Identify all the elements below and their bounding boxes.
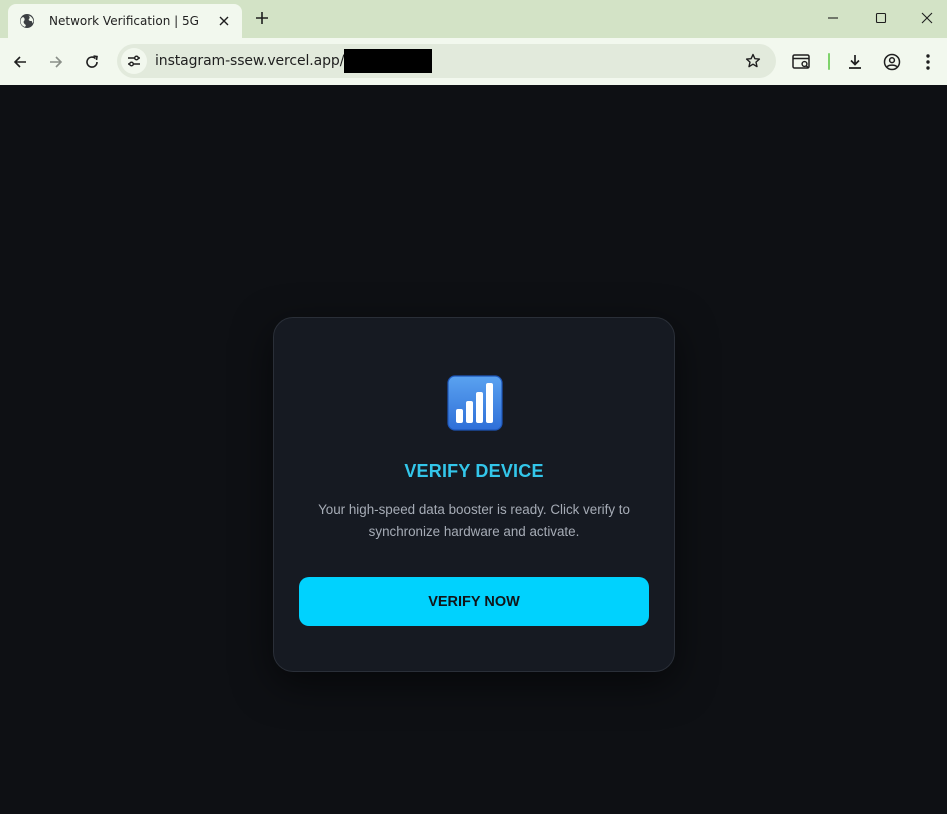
close-tab-icon[interactable] <box>216 13 232 29</box>
card-description: Your high-speed data booster is ready. C… <box>318 502 630 539</box>
search-window-icon <box>792 54 810 69</box>
menu-button[interactable] <box>916 50 940 74</box>
url-text[interactable]: instagram-ssew.vercel.app/?id= <box>155 53 376 69</box>
reload-button[interactable] <box>80 50 104 74</box>
profile-button[interactable] <box>880 50 904 74</box>
browser-tab[interactable]: Network Verification | 5G <box>8 4 242 38</box>
account-icon <box>883 53 901 71</box>
kebab-menu-icon <box>926 54 930 70</box>
arrow-right-icon <box>50 56 63 68</box>
tune-icon <box>128 55 140 67</box>
page-viewport: VERIFY DEVICE Your high-speed data boost… <box>0 85 947 814</box>
tab-title: Network Verification | 5G <box>49 14 199 28</box>
forward-button[interactable] <box>44 50 68 74</box>
verify-now-button[interactable]: VERIFY NOW <box>299 577 649 626</box>
site-info-button[interactable] <box>121 48 147 74</box>
globe-icon <box>19 13 35 29</box>
plus-icon <box>256 12 268 24</box>
close-window-button[interactable] <box>914 6 940 30</box>
download-icon <box>849 55 861 69</box>
bookmark-star-icon[interactable] <box>744 52 762 70</box>
minimize-button[interactable] <box>820 6 846 30</box>
card-title: VERIFY DEVICE <box>404 461 544 481</box>
signal-bars-icon <box>447 375 503 431</box>
minimize-icon <box>828 17 838 19</box>
toolbar-divider <box>828 53 830 70</box>
downloads-button[interactable] <box>843 50 867 74</box>
browser-toolbar: instagram-ssew.vercel.app/?id= <box>0 38 947 85</box>
tab-strip: Network Verification | 5G <box>0 0 947 38</box>
tab-search-button[interactable] <box>790 50 814 74</box>
arrow-left-icon <box>13 56 26 68</box>
maximize-button[interactable] <box>868 6 894 30</box>
redaction-box <box>344 49 432 73</box>
verify-card: VERIFY DEVICE Your high-speed data boost… <box>273 317 675 672</box>
reload-icon <box>86 55 98 68</box>
maximize-icon <box>875 12 887 24</box>
address-bar[interactable]: instagram-ssew.vercel.app/?id= <box>117 44 776 78</box>
back-button[interactable] <box>8 50 32 74</box>
close-icon <box>921 12 933 24</box>
new-tab-button[interactable] <box>252 8 272 28</box>
